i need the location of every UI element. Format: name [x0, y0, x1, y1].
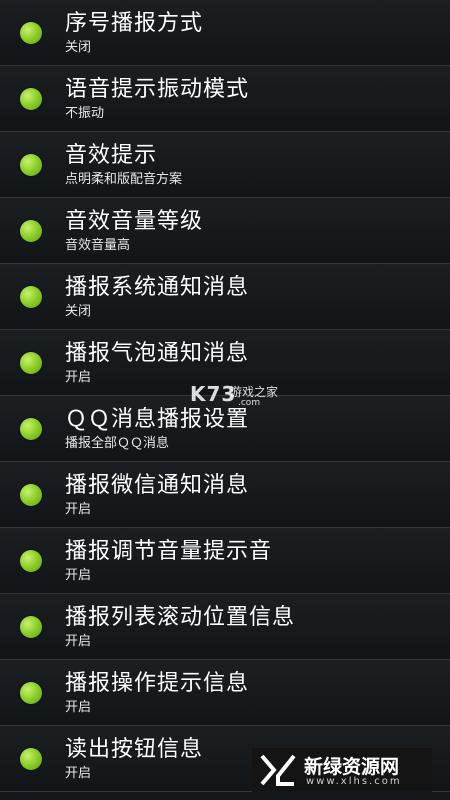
setting-value: 开启 — [65, 370, 92, 385]
setting-title: 读出按钮信息 — [65, 737, 204, 762]
status-dot-icon — [20, 286, 42, 308]
status-dot-icon — [20, 484, 42, 506]
setting-row-operation-hints[interactable]: 播报操作提示信息 开启 — [0, 660, 450, 726]
setting-title: 播报系统通知消息 — [65, 275, 250, 300]
k73-domain: .com — [238, 398, 261, 408]
xlhs-logo-icon — [260, 754, 296, 786]
setting-title: 播报操作提示信息 — [65, 671, 250, 696]
status-dot-icon — [20, 154, 42, 176]
setting-row-sound-effect[interactable]: 音效提示 点明柔和版配音方案 — [0, 132, 450, 198]
status-dot-icon — [20, 22, 42, 44]
xlhs-url: www.xlhs.com — [306, 776, 402, 787]
setting-title: 播报气泡通知消息 — [65, 341, 250, 366]
setting-title: 播报列表滚动位置信息 — [65, 605, 296, 630]
setting-value: 开启 — [65, 568, 92, 583]
setting-row-effect-volume[interactable]: 音效音量等级 音效音量高 — [0, 198, 450, 264]
setting-title: 播报微信通知消息 — [65, 473, 250, 498]
setting-title: ＱＱ消息播报设置 — [65, 407, 250, 432]
setting-value: 点明柔和版配音方案 — [65, 172, 183, 187]
setting-title: 音效提示 — [65, 143, 158, 168]
status-dot-icon — [20, 748, 42, 770]
status-dot-icon — [20, 88, 42, 110]
setting-row-wechat-notifications[interactable]: 播报微信通知消息 开启 — [0, 462, 450, 528]
setting-title: 播报调节音量提示音 — [65, 539, 273, 564]
setting-title: 音效音量等级 — [65, 209, 204, 234]
setting-title: 序号播报方式 — [65, 11, 204, 36]
setting-value: 开启 — [65, 634, 92, 649]
setting-row-system-notifications[interactable]: 播报系统通知消息 关闭 — [0, 264, 450, 330]
setting-value: 不振动 — [65, 106, 105, 121]
xlhs-watermark: 新绿资源网 www.xlhs.com — [252, 748, 432, 792]
setting-title: 语音提示振动模式 — [65, 77, 250, 102]
setting-row-serial-announce[interactable]: 序号播报方式 关闭 — [0, 0, 450, 66]
setting-row-list-scroll-position[interactable]: 播报列表滚动位置信息 开启 — [0, 594, 450, 660]
status-dot-icon — [20, 352, 42, 374]
setting-value: 关闭 — [65, 40, 92, 55]
status-dot-icon — [20, 418, 42, 440]
k73-watermark: K73 游戏之家 .com — [190, 382, 278, 408]
status-dot-icon — [20, 550, 42, 572]
setting-value: 关闭 — [65, 304, 92, 319]
setting-row-vibration-mode[interactable]: 语音提示振动模式 不振动 — [0, 66, 450, 132]
setting-value: 开启 — [65, 700, 92, 715]
setting-value: 播报全部ＱＱ消息 — [65, 436, 170, 451]
status-dot-icon — [20, 682, 42, 704]
setting-value: 音效音量高 — [65, 238, 131, 253]
xlhs-name: 新绿资源网 — [304, 756, 400, 778]
setting-row-volume-tone[interactable]: 播报调节音量提示音 开启 — [0, 528, 450, 594]
status-dot-icon — [20, 220, 42, 242]
status-dot-icon — [20, 616, 42, 638]
setting-value: 开启 — [65, 502, 92, 517]
setting-value: 开启 — [65, 766, 92, 781]
